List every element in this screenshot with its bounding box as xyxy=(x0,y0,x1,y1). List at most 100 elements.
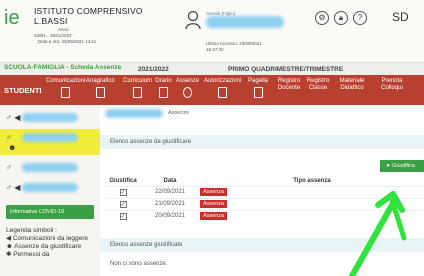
nav-registro-docente[interactable]: Registro Docente xyxy=(274,78,304,92)
no-absences-message: Non ci sono assenze. xyxy=(110,261,168,267)
nav-autorizzazioni[interactable]: Autorizzazioni xyxy=(204,78,241,98)
nav-label: Materiale Didattico xyxy=(339,78,365,91)
main-content: Assenze Elenco assenze da giustificare ➤… xyxy=(100,105,424,276)
student-item-selected[interactable]: ♂ ☻ xyxy=(0,129,100,155)
user-avatar-icon[interactable] xyxy=(184,10,202,30)
pending-absences-heading: Elenco assenze da giustificare xyxy=(100,135,424,149)
id-card-icon xyxy=(95,87,105,98)
brand-logo: SD xyxy=(392,10,409,24)
legend-item-label: Comunicazioni da leggere xyxy=(12,235,88,242)
student-name-redacted xyxy=(22,183,78,192)
authorization-icon xyxy=(218,87,228,98)
male-symbol-icon: ♂ xyxy=(6,163,12,172)
nav-prenota-colloqui[interactable]: Prenota Colloqui xyxy=(372,78,412,92)
absence-alert-icon: ☻ xyxy=(8,143,17,152)
justify-button-label: Giustifica xyxy=(392,163,415,169)
student-item[interactable]: ♂ ◀ xyxy=(0,109,100,127)
col-data: Data xyxy=(163,177,177,184)
nav-label: Comunicazioni xyxy=(46,78,86,84)
justify-checkbox[interactable]: ✓ xyxy=(119,188,127,196)
absence-face-icon xyxy=(183,87,192,98)
school-meta: Anno: S30H... 2021/2022 Data e ora: 23/0… xyxy=(34,27,96,45)
document-icon xyxy=(133,87,142,98)
megaphone-icon xyxy=(61,87,71,98)
students-label[interactable]: STUDENTI xyxy=(4,86,42,95)
main-nav: STUDENTI Comunicazioni Anagrafico Curric… xyxy=(0,75,424,105)
absence-type-badge: Assenza xyxy=(200,200,228,208)
legend-item: ◀ Comunicazioni da leggere xyxy=(6,235,88,242)
nav-label: Prenota Colloqui xyxy=(381,78,403,91)
school-period: PRIMO QUADRIMESTRE/TRIMESTRE xyxy=(228,66,344,73)
nav-label: Registro Docente xyxy=(277,78,301,91)
calendar-icon xyxy=(158,87,168,98)
nav-label: Pagella xyxy=(248,78,269,84)
nav-label: Registro Classe xyxy=(306,78,330,91)
justify-button[interactable]: ➤ Giustifica xyxy=(380,160,424,172)
table-header-row: Giustifica Data Tipo assenza xyxy=(106,176,424,186)
nav-assenze[interactable]: Assenze xyxy=(176,78,199,98)
nav-label: Assenze xyxy=(176,78,200,84)
student-sidebar: ♂ ◀ ♂ ☻ ♂ ♂ ◀ Informativa COVID-19 Legen… xyxy=(0,105,100,276)
help-icon[interactable]: ? xyxy=(353,11,367,25)
student-name-redacted xyxy=(22,133,78,142)
school-name-line2: L.BASSI xyxy=(34,16,68,26)
legend-item: ☻ Assenze da giustificare xyxy=(6,243,82,250)
school-year: 2021/2022 xyxy=(138,66,169,73)
nav-pagella[interactable]: Pagella xyxy=(248,78,268,98)
nav-label: Orario xyxy=(155,78,172,84)
nav-registro-classe[interactable]: Registro Classe xyxy=(305,78,331,92)
nav-label: Anagrafico xyxy=(86,78,115,84)
legend-item: ✱ Permessi da xyxy=(6,251,50,258)
table-row: ✓ 21/09/2021 Assenza xyxy=(106,197,424,210)
absence-type-badge: Assenza xyxy=(200,188,228,196)
last-access-time: 15:47:32 xyxy=(206,47,224,52)
last-access: Ultimo Accesso: 23/09/2021 15:47:32 xyxy=(206,41,262,53)
school-name-line1: ISTITUTO COMPRENSIVO xyxy=(34,6,143,16)
student-item[interactable]: ♂ xyxy=(0,159,100,177)
nav-comunicazioni[interactable]: Comunicazioni xyxy=(46,78,85,98)
justify-checkbox[interactable]: ✓ xyxy=(119,212,127,220)
settings-icon[interactable]: ⚙ xyxy=(315,11,329,25)
justify-checkbox[interactable]: ✓ xyxy=(119,200,127,208)
absences-table: Giustifica Data Tipo assenza ✓ 22/09/202… xyxy=(106,176,424,222)
nav-anagrafico[interactable]: Anagrafico xyxy=(86,78,115,98)
report-card-icon xyxy=(253,87,263,98)
absence-date: 22/09/2021 xyxy=(140,185,200,198)
school-name: ISTITUTO COMPRENSIVO L.BASSI xyxy=(34,6,143,26)
school-meta-datetime: Data e ora: 23/09/2021 14:11 xyxy=(38,39,97,44)
covid-info-button[interactable]: Informativa COVID-19 xyxy=(6,205,94,219)
absence-type-badge: Assenza xyxy=(200,212,228,221)
lock-icon[interactable]: 🔒︎ xyxy=(334,11,348,25)
user-name-redacted xyxy=(206,16,284,28)
nav-label: Autorizzazioni xyxy=(204,78,242,84)
nav-label: Curriculum xyxy=(123,78,153,84)
col-tipo: Tipo assenza xyxy=(200,176,424,186)
legend-item-label: Assenze da giustificare xyxy=(14,243,82,250)
col-tipo-label: Tipo assenza xyxy=(293,177,331,184)
svg-text:ie: ie xyxy=(4,7,20,28)
col-giustifica: Giustifica xyxy=(109,177,137,184)
nav-curriculum[interactable]: Curriculum xyxy=(123,78,152,98)
student-item[interactable]: ♂ ◀ xyxy=(0,179,100,197)
app-header: ie ISTITUTO COMPRENSIVO L.BASSI Anno: S3… xyxy=(0,0,424,62)
nav-materiale-didattico[interactable]: Materiale Didattico xyxy=(334,78,370,92)
table-row: ✓ 22/09/2021 Assenza xyxy=(106,185,424,198)
absence-date: 20/09/2021 xyxy=(140,209,200,222)
male-symbol-icon: ♂ ◀ xyxy=(6,113,21,122)
legend-item-label: Permessi da xyxy=(13,251,50,258)
male-symbol-icon: ♂ xyxy=(6,133,12,142)
title-strip: SCUOLA-FAMIGLIA - Scheda Assenze 2021/20… xyxy=(0,62,424,75)
absence-date: 21/09/2021 xyxy=(140,197,200,210)
school-logo-icon: ie xyxy=(4,7,20,28)
legend: Legenda simboli : ◀ Comunicazioni da leg… xyxy=(6,227,88,259)
student-name-redacted xyxy=(22,113,78,122)
legend-title: Legenda simboli : xyxy=(6,227,57,234)
breadcrumb-student-redacted xyxy=(105,109,163,118)
justified-absences-heading: Elenco assenze giustificate xyxy=(100,238,424,252)
student-name-redacted xyxy=(22,163,78,172)
nav-orario[interactable]: Orario xyxy=(155,78,172,98)
breadcrumb: Assenze xyxy=(168,110,190,116)
page-title: SCUOLA-FAMIGLIA - Scheda Assenze xyxy=(4,64,122,71)
table-row: ✓ 20/09/2021 Assenza xyxy=(106,209,424,222)
male-symbol-icon: ♂ ◀ xyxy=(6,183,21,192)
